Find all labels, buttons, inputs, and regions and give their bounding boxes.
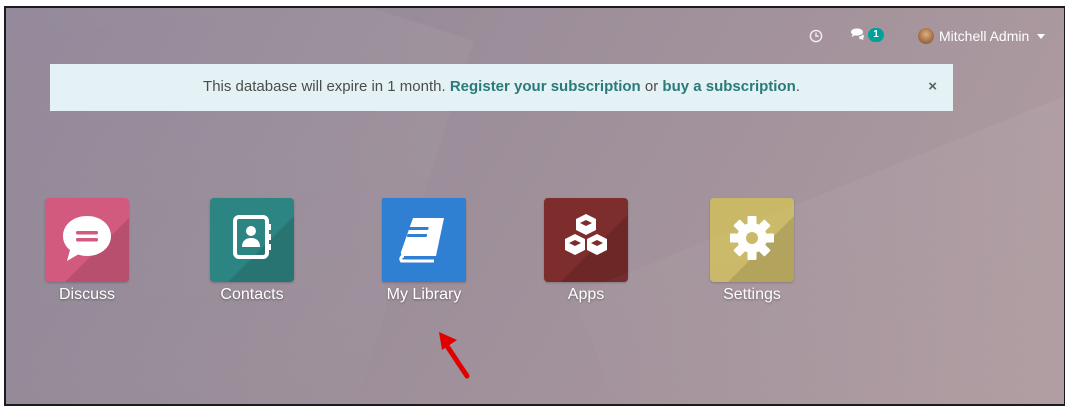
banner-text-middle: or — [640, 78, 663, 95]
buy-subscription-link[interactable]: buy a subscription — [662, 78, 795, 95]
caret-down-icon — [1037, 33, 1046, 39]
user-menu[interactable]: Mitchell Admin — [918, 26, 1046, 46]
my-library-label: My Library — [386, 286, 462, 303]
home-menu-screen: 1 Mitchell Admin This database will expi… — [4, 6, 1065, 406]
contacts-tile — [210, 198, 294, 282]
app-apps[interactable]: Apps — [544, 198, 664, 318]
gear-icon — [728, 216, 794, 282]
messages-count-badge: 1 — [868, 28, 884, 42]
register-subscription-link[interactable]: Register your subscription — [450, 78, 641, 95]
red-arrow-annotation — [439, 332, 470, 379]
expiration-message: This database will expire in 1 month. Re… — [50, 78, 953, 95]
contacts-icon — [228, 215, 294, 282]
user-name: Mitchell Admin — [939, 28, 1030, 44]
discuss-tile — [45, 198, 129, 282]
banner-text-before: This database will expire in 1 month. — [203, 78, 450, 95]
apps-label: Apps — [567, 286, 605, 303]
cubes-icon — [560, 214, 628, 282]
avatar — [918, 28, 934, 44]
app-my-library[interactable]: My Library — [382, 198, 502, 318]
contacts-label: Contacts — [220, 286, 284, 303]
book-icon — [399, 218, 444, 263]
app-settings[interactable]: Settings — [710, 198, 830, 318]
my-library-tile — [382, 198, 466, 282]
discuss-label: Discuss — [58, 286, 115, 303]
expiration-banner: This database will expire in 1 month. Re… — [50, 64, 953, 111]
banner-text-after: . — [795, 78, 800, 95]
settings-label: Settings — [723, 286, 781, 303]
close-banner-button[interactable]: × — [928, 78, 937, 95]
apps-tile — [544, 198, 628, 282]
discuss-icon — [63, 216, 129, 282]
app-contacts[interactable]: Contacts — [210, 198, 330, 318]
clock-icon[interactable] — [809, 29, 823, 43]
app-discuss[interactable]: Discuss — [45, 198, 165, 318]
settings-tile — [710, 198, 794, 282]
